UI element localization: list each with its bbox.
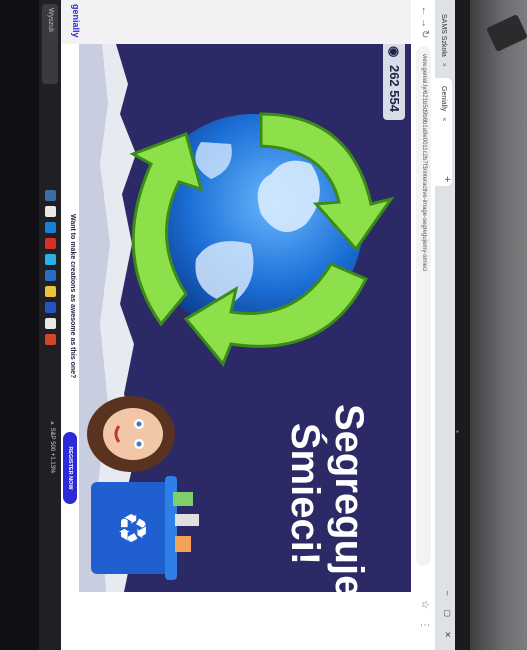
- tab-sams[interactable]: SAMS Szkoła ×: [435, 6, 452, 88]
- edge-icon[interactable]: [45, 222, 56, 233]
- wall-background: [470, 0, 527, 650]
- genially-logo[interactable]: genially: [71, 4, 81, 38]
- globe-recycle-illustration: [129, 112, 395, 367]
- task-view-icon[interactable]: [45, 190, 56, 201]
- character-with-bin-illustration: ♻: [87, 396, 199, 580]
- taskbar: Wyszuk ▲ S&P 500 +1.13%: [39, 0, 61, 650]
- app-icon[interactable]: [45, 254, 56, 265]
- svg-text:♻: ♻: [110, 511, 154, 545]
- address-bar: ← → ↻ view.genial.ly/621b5d9b8b1a9e0011c…: [410, 0, 435, 650]
- bookmark-icon[interactable]: ☆: [419, 600, 430, 609]
- promo-text: Want to make creations as awesome as thi…: [69, 214, 76, 379]
- register-now-button[interactable]: REGISTER NOW: [63, 432, 77, 504]
- youtube-icon[interactable]: [45, 238, 56, 249]
- screen: SAMS Szkoła × Genially × + – ▢ ✕ ← → ↻ v…: [0, 0, 455, 650]
- web-page: Segregujemy Śmieci! ♻ ◉ 262 554 genially…: [61, 0, 411, 650]
- window-controls[interactable]: – ▢ ✕: [443, 591, 452, 644]
- rotated-desktop: SAMS Szkoła × Genially × + – ▢ ✕ ← → ↻ v…: [0, 0, 455, 650]
- eye-icon: ◉: [387, 46, 402, 58]
- powerpoint-icon[interactable]: [45, 334, 56, 345]
- reload-icon[interactable]: ↻: [419, 30, 430, 38]
- stock-tray-widget[interactable]: ▲ S&P 500 +1.13%: [49, 420, 55, 473]
- close-icon[interactable]: ×: [440, 63, 447, 67]
- close-icon[interactable]: ×: [440, 117, 447, 121]
- tab-genially[interactable]: Genially ×: [435, 78, 452, 186]
- back-icon[interactable]: ←: [419, 6, 430, 16]
- title-line-1: Segregujemy: [327, 404, 371, 592]
- app-icon-2[interactable]: [45, 318, 56, 329]
- url-input[interactable]: view.genial.ly/621b5d9b8b1a9e0011c2b7f3/…: [416, 46, 431, 566]
- browser-tab-bar: SAMS Szkoła × Genially × + – ▢ ✕: [435, 0, 455, 650]
- monitor-power-led: ▪: [456, 427, 459, 436]
- title-line-2: Śmieci!: [283, 422, 327, 566]
- store-icon[interactable]: [45, 302, 56, 313]
- page-left-margin: [61, 0, 411, 44]
- trend-up-icon: ▲: [49, 420, 55, 426]
- tray-text: S&P 500 +1.13%: [49, 427, 55, 474]
- views-count: 262 554: [387, 64, 402, 112]
- word-icon[interactable]: [45, 270, 56, 281]
- promo-bar: Want to make creations as awesome as thi…: [61, 44, 79, 592]
- folder-icon[interactable]: [45, 286, 56, 297]
- tab-label: Genially: [440, 86, 447, 112]
- new-tab-button[interactable]: +: [441, 176, 453, 182]
- views-counter: ◉ 262 554: [383, 44, 405, 120]
- genially-slide: Segregujemy Śmieci! ♻ ◉ 262 554: [79, 44, 411, 592]
- forward-icon[interactable]: →: [419, 18, 430, 28]
- chrome-icon[interactable]: [45, 206, 56, 217]
- taskbar-search-input[interactable]: Wyszuk: [42, 4, 58, 84]
- menu-icon[interactable]: ⋮: [419, 620, 430, 630]
- tab-label: SAMS Szkoła: [440, 14, 447, 57]
- slide-title: Segregujemy Śmieci!: [283, 404, 371, 592]
